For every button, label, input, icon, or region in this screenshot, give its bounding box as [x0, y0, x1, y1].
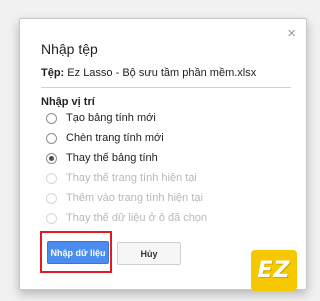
file-info: Tệp: Ez Lasso - Bộ sưu tầm phần mềm.xlsx [41, 67, 256, 79]
file-name: Ez Lasso - Bộ sưu tầm phần mềm.xlsx [67, 67, 257, 79]
close-icon[interactable]: × [287, 26, 296, 41]
radio-button-disabled [46, 192, 57, 204]
option-replace-spreadsheet[interactable]: Thay thế bảng tính [46, 150, 158, 166]
option-append-current-sheet: Thêm vào trang tính hiện tại [46, 190, 203, 206]
option-create-spreadsheet[interactable]: Tạo bảng tính mới [46, 110, 156, 126]
radio-button-disabled [46, 172, 57, 184]
radio-button[interactable] [46, 112, 57, 124]
divider [41, 87, 291, 88]
file-label: Tệp: [41, 67, 65, 79]
radio-button-selected[interactable] [46, 152, 57, 164]
ez-logo: EZ [251, 250, 297, 291]
radio-button[interactable] [46, 132, 57, 144]
cancel-button[interactable]: Hủy [117, 242, 181, 265]
option-label: Thêm vào trang tính hiện tại [66, 192, 203, 204]
option-label: Thay thế dữ liệu ở ô đã chọn [66, 212, 208, 224]
option-replace-current-sheet: Thay thế trang tính hiện tại [46, 170, 197, 186]
option-label: Thay thế trang tính hiện tại [66, 172, 197, 184]
option-label: Chèn trang tính mới [66, 132, 164, 144]
import-location-label: Nhập vị trí [41, 96, 95, 108]
option-label: Thay thế bảng tính [66, 152, 158, 164]
option-insert-sheet[interactable]: Chèn trang tính mới [46, 130, 164, 146]
radio-button-disabled [46, 212, 57, 224]
option-replace-selected-cells: Thay thế dữ liệu ở ô đã chọn [46, 210, 207, 226]
option-label: Tạo bảng tính mới [66, 112, 156, 124]
dialog-title: Nhập tệp [41, 41, 98, 57]
import-data-button[interactable]: Nhập dữ liệu [47, 241, 109, 264]
